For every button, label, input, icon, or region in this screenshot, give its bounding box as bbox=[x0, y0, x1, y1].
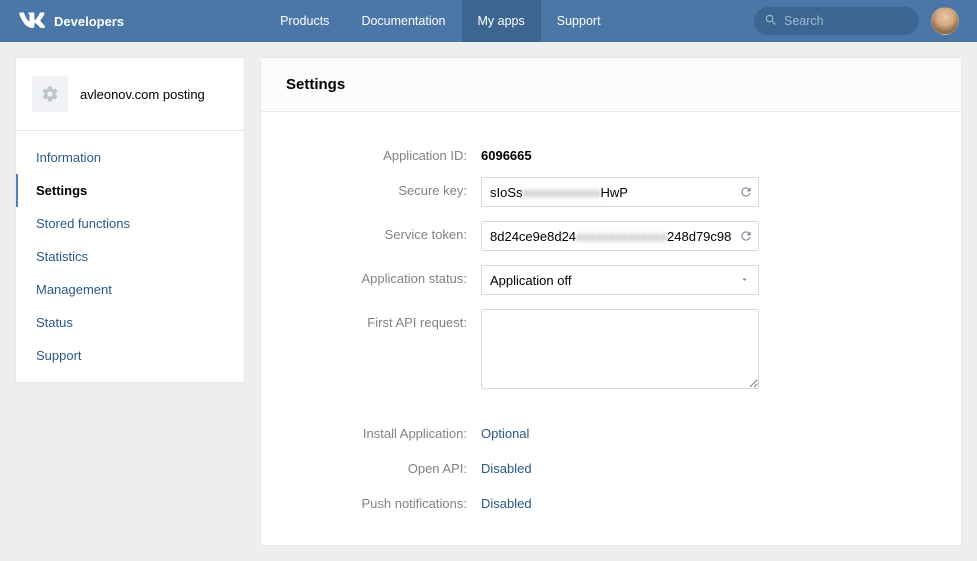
search-box[interactable] bbox=[754, 7, 919, 35]
open-api-link[interactable]: Disabled bbox=[481, 455, 921, 476]
row-app-id: Application ID: 6096665 bbox=[301, 142, 921, 163]
row-secure-key: Secure key: sIoSsxxxxxxxxxxxxHwP bbox=[301, 177, 921, 207]
row-open-api: Open API: Disabled bbox=[301, 455, 921, 476]
sidebar-item-settings[interactable]: Settings bbox=[16, 174, 244, 207]
label-app-id: Application ID: bbox=[301, 142, 481, 163]
sidebar-item-information[interactable]: Information bbox=[16, 141, 244, 174]
nav-documentation[interactable]: Documentation bbox=[345, 0, 461, 42]
row-app-status: Application status: Application off bbox=[301, 265, 921, 295]
nav-myapps[interactable]: My apps bbox=[462, 0, 541, 42]
main-header: Settings bbox=[261, 58, 961, 112]
app-status-value: Application off bbox=[490, 273, 571, 288]
secure-key-field: sIoSsxxxxxxxxxxxxHwP bbox=[481, 177, 759, 207]
service-token-field: 8d24ce9e8d24xxxxxxxxxxxxxx248d79c98 bbox=[481, 221, 759, 251]
sidebar: avleonov.com posting Information Setting… bbox=[15, 57, 245, 383]
row-install-app: Install Application: Optional bbox=[301, 420, 921, 441]
row-push-notif: Push notifications: Disabled bbox=[301, 490, 921, 511]
page-title: Settings bbox=[286, 76, 936, 93]
sidebar-item-management[interactable]: Management bbox=[16, 273, 244, 306]
label-app-status: Application status: bbox=[301, 265, 481, 286]
side-nav: Information Settings Stored functions St… bbox=[16, 131, 244, 382]
avatar[interactable] bbox=[931, 7, 959, 35]
nav-products[interactable]: Products bbox=[264, 0, 345, 42]
label-secure-key: Secure key: bbox=[301, 177, 481, 198]
label-open-api: Open API: bbox=[301, 455, 481, 476]
row-service-token: Service token: 8d24ce9e8d24xxxxxxxxxxxxx… bbox=[301, 221, 921, 251]
label-push-notif: Push notifications: bbox=[301, 490, 481, 511]
push-notif-link[interactable]: Disabled bbox=[481, 490, 921, 511]
refresh-service-token-icon[interactable] bbox=[734, 223, 758, 249]
sidebar-item-support[interactable]: Support bbox=[16, 339, 244, 372]
sidebar-item-status[interactable]: Status bbox=[16, 306, 244, 339]
nav-support[interactable]: Support bbox=[541, 0, 617, 42]
settings-form: Application ID: 6096665 Secure key: sIoS… bbox=[261, 112, 961, 545]
sidebar-header: avleonov.com posting bbox=[16, 58, 244, 131]
search-icon bbox=[764, 13, 784, 30]
label-first-api: First API request: bbox=[301, 309, 481, 330]
sidebar-item-statistics[interactable]: Statistics bbox=[16, 240, 244, 273]
vk-logo-icon bbox=[18, 7, 46, 35]
refresh-secure-key-icon[interactable] bbox=[734, 179, 758, 205]
row-first-api: First API request: bbox=[301, 309, 921, 392]
label-service-token: Service token: bbox=[301, 221, 481, 242]
search-input[interactable] bbox=[784, 14, 909, 28]
chevron-down-icon bbox=[739, 273, 750, 288]
label-install-app: Install Application: bbox=[301, 420, 481, 441]
service-token-value[interactable]: 8d24ce9e8d24xxxxxxxxxxxxxx248d79c98 bbox=[482, 229, 734, 244]
app-name: avleonov.com posting bbox=[80, 87, 205, 102]
gear-icon bbox=[32, 76, 68, 112]
install-app-link[interactable]: Optional bbox=[481, 420, 921, 441]
app-status-select[interactable]: Application off bbox=[481, 265, 759, 295]
main-panel: Settings Application ID: 6096665 Secure … bbox=[260, 57, 962, 546]
top-nav: Products Documentation My apps Support bbox=[264, 0, 616, 42]
sidebar-item-stored-functions[interactable]: Stored functions bbox=[16, 207, 244, 240]
first-api-textarea[interactable] bbox=[481, 309, 759, 389]
brand-label[interactable]: Developers bbox=[54, 14, 124, 29]
secure-key-value[interactable]: sIoSsxxxxxxxxxxxxHwP bbox=[482, 185, 734, 200]
topbar: Developers Products Documentation My app… bbox=[0, 0, 977, 42]
value-app-id: 6096665 bbox=[481, 142, 921, 163]
